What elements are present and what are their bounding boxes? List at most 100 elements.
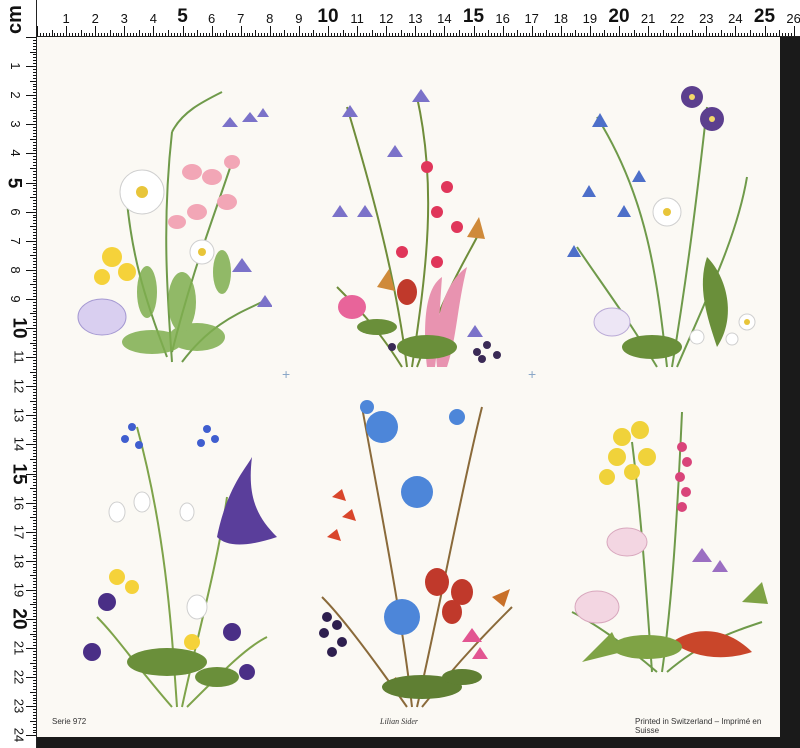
ruler-tick: [310, 33, 312, 36]
ruler-tick: [33, 118, 36, 120]
ruler-tick: [33, 249, 36, 251]
ruler-tick: [33, 275, 36, 277]
ruler-tick: [33, 103, 36, 105]
ruler-tick: [33, 613, 36, 615]
ruler-tick: [33, 310, 36, 312]
ruler-tick: [109, 30, 111, 36]
ruler-tick: [26, 240, 36, 242]
ruler-tick: [144, 33, 146, 36]
ruler-number: 7: [8, 237, 24, 245]
ruler-tick: [33, 586, 36, 588]
ruler-number: 17: [524, 11, 539, 26]
ruler-tick: [135, 33, 137, 36]
ruler-tick: [165, 33, 167, 36]
ruler-tick: [770, 33, 772, 36]
ruler-tick: [45, 33, 47, 36]
ruler-tick: [30, 80, 36, 82]
ruler-tick: [33, 217, 36, 219]
ruler-tick: [761, 33, 763, 36]
ruler-tick: [456, 33, 458, 36]
ruler-tick: [610, 33, 612, 36]
ruler-tick: [642, 33, 644, 36]
ruler-tick: [706, 26, 708, 36]
ruler-tick: [595, 33, 597, 36]
ruler-tick: [732, 33, 734, 36]
ruler-tick: [33, 645, 36, 647]
ruler-tick: [33, 263, 36, 265]
ruler-tick: [33, 537, 36, 539]
ruler-number: 26: [786, 11, 800, 26]
ruler-tick: [653, 33, 655, 36]
ruler-tick: [33, 199, 36, 201]
ruler-tick: [488, 30, 490, 36]
ruler-tick: [354, 33, 356, 36]
ruler-number: 8: [8, 266, 24, 274]
ruler-tick: [33, 540, 36, 542]
ruler-tick: [33, 133, 36, 135]
ruler-tick: [313, 30, 315, 36]
ruler-number: 2: [8, 91, 24, 99]
ruler-tick: [33, 424, 36, 426]
ruler-tick: [33, 680, 36, 682]
ruler-tick: [33, 435, 36, 437]
ruler-tick: [138, 30, 140, 36]
ruler-top: 1 2 3 4 5 6 7 8 9 10 11 12 13 14 15 16 17 18 19 20 21 22 23 24 2…: [0, 0, 800, 37]
ruler-tick: [33, 543, 36, 545]
ruler-tick: [33, 563, 36, 565]
ruler-tick: [668, 33, 670, 36]
ruler-number: 7: [237, 11, 245, 26]
ruler-tick: [33, 697, 36, 699]
ruler-tick: [767, 33, 769, 36]
ruler-tick: [112, 33, 114, 36]
ruler-tick: [33, 668, 36, 670]
frame-right: [780, 37, 800, 737]
ruler-tick: [709, 33, 711, 36]
ruler-tick: [33, 188, 36, 190]
ruler-tick: [33, 135, 36, 137]
ruler-tick: [33, 205, 36, 207]
ruler-tick: [749, 30, 751, 36]
ruler-tick: [505, 33, 507, 36]
ruler-tick: [33, 441, 36, 443]
ruler-tick: [563, 33, 565, 36]
ruler-tick: [26, 66, 36, 68]
ruler-tick: [33, 121, 36, 123]
ruler-tick: [170, 33, 172, 36]
ruler-tick: [33, 214, 36, 216]
ruler-tick: [33, 595, 36, 597]
ruler-tick: [735, 26, 737, 36]
ruler-tick: [479, 33, 481, 36]
ruler-number: 12: [11, 378, 27, 394]
ruler-tick: [26, 415, 36, 417]
ruler-tick: [499, 33, 501, 36]
ruler-tick: [531, 26, 533, 36]
ruler-tick: [33, 508, 36, 510]
ruler-tick: [33, 653, 36, 655]
ruler-tick: [33, 220, 36, 222]
ruler-tick: [33, 461, 36, 463]
ruler-tick: [33, 69, 36, 70]
ruler-tick: [51, 30, 53, 36]
ruler-tick: [249, 33, 251, 36]
ruler-tick: [33, 231, 36, 233]
ruler-tick: [202, 33, 204, 36]
ruler-tick: [33, 421, 36, 423]
ruler-tick: [33, 659, 36, 661]
ruler-number: 19: [582, 11, 598, 26]
ruler-tick: [339, 33, 341, 36]
ruler-tick: [26, 589, 36, 591]
ruler-tick: [717, 33, 719, 36]
ruler-tick: [30, 284, 36, 286]
ruler-tick: [540, 33, 542, 36]
ruler-tick: [33, 243, 36, 245]
ruler-tick: [33, 377, 36, 379]
ruler-tick: [167, 30, 169, 36]
ruler-number: 24: [728, 11, 743, 26]
unit-label: cm: [4, 5, 26, 34]
ruler-tick: [348, 33, 350, 36]
ruler-tick: [33, 365, 36, 367]
ruler-tick: [63, 33, 65, 36]
ruler-tick: [397, 33, 399, 36]
ruler-tick: [511, 33, 513, 36]
ruler-tick: [33, 170, 36, 172]
